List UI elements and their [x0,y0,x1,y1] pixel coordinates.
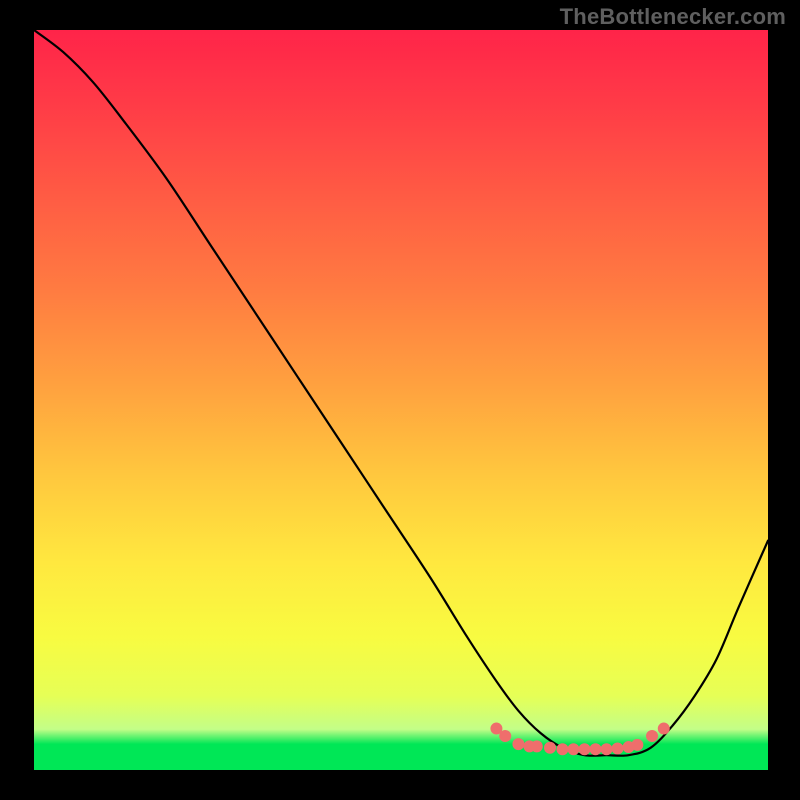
dot [590,743,602,755]
watermark-text: TheBottlenecker.com [560,4,786,30]
plot-area [34,30,768,770]
dot [601,743,613,755]
chart-svg [34,30,768,770]
dot [567,743,579,755]
dot [544,742,556,754]
dot [512,738,524,750]
dot [556,743,568,755]
dot [531,740,543,752]
dot [579,743,591,755]
dot [499,730,511,742]
dot [646,730,658,742]
chart-stage: TheBottlenecker.com [0,0,800,800]
gradient-plane [34,30,768,770]
dot [612,743,624,755]
dot [658,723,670,735]
dot [631,739,643,751]
